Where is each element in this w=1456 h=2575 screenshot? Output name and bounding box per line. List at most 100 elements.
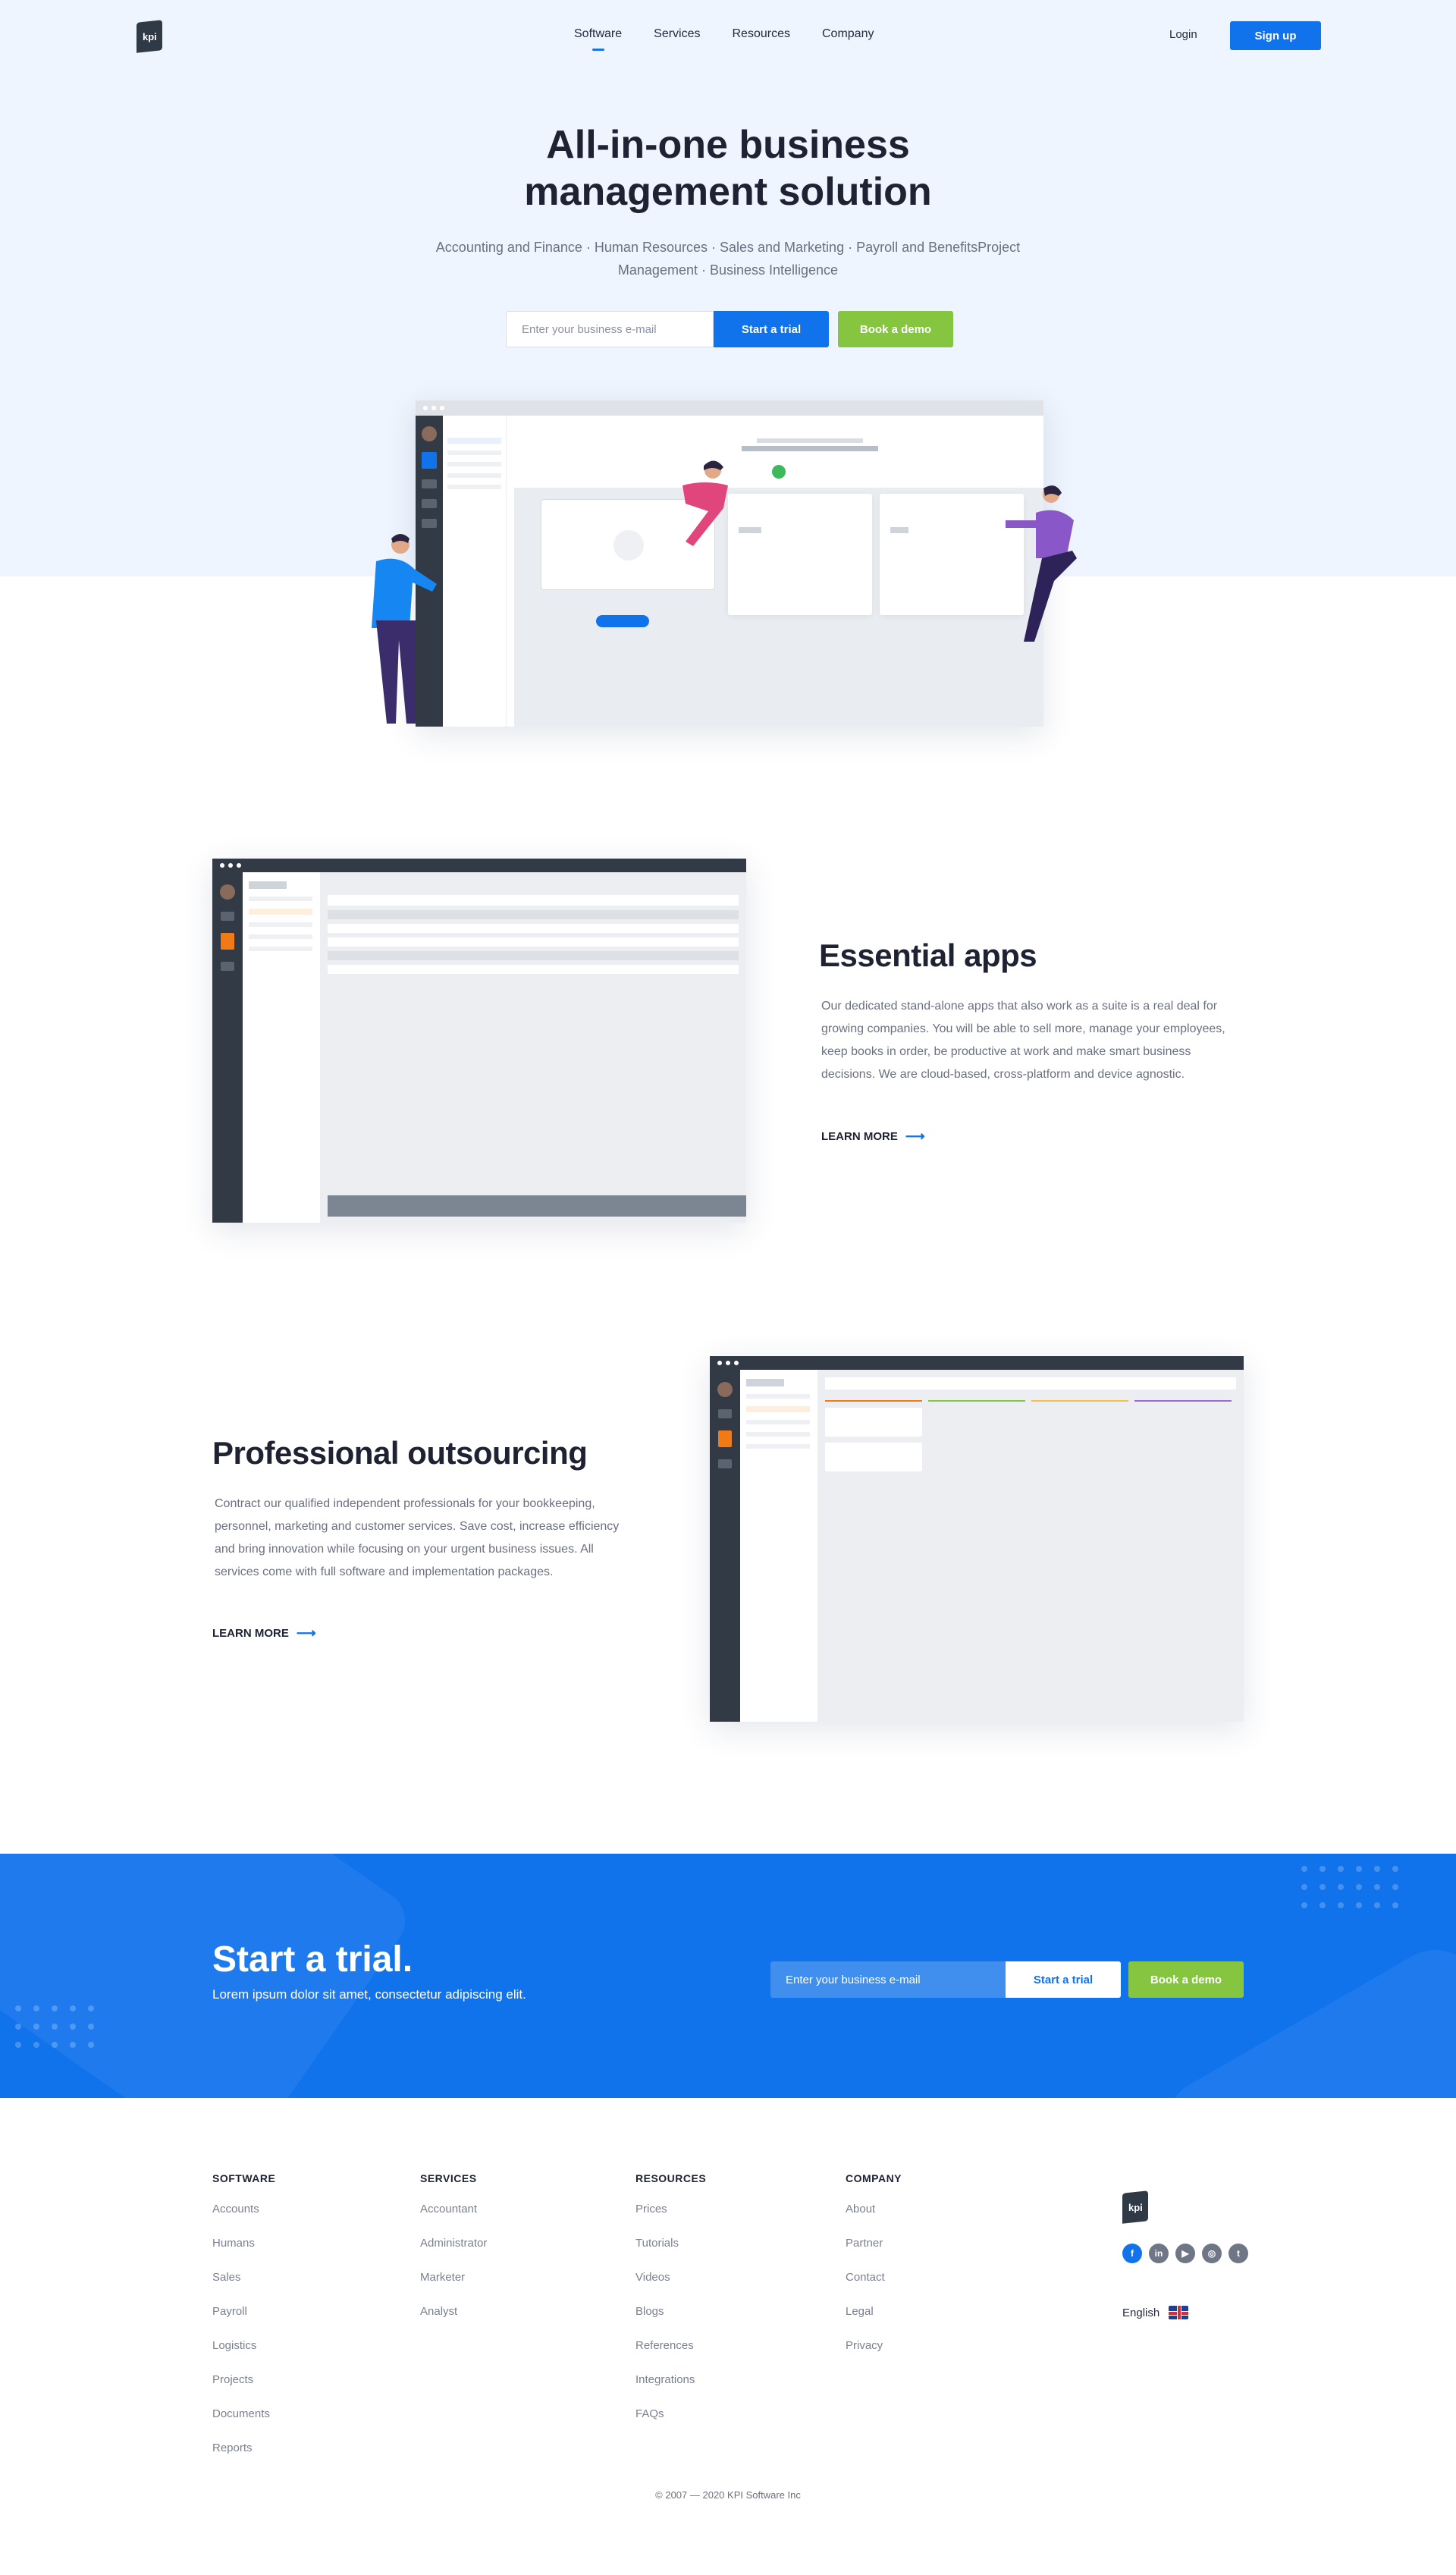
menu-resources[interactable]: Resources: [733, 27, 790, 41]
footer-heading: COMPANY: [846, 2172, 902, 2184]
footer-link-privacy[interactable]: Privacy: [846, 2339, 902, 2354]
essential-apps-text: Our dedicated stand-alone apps that also…: [821, 1000, 1225, 1081]
footer-kpi-logo[interactable]: kpi: [1122, 2190, 1148, 2224]
footer-link-videos[interactable]: Videos: [635, 2271, 706, 2285]
footer-link-documents[interactable]: Documents: [212, 2407, 275, 2422]
footer-link-contact[interactable]: Contact: [846, 2271, 902, 2285]
kanban-column: [825, 1400, 922, 1477]
outsourcing-learn-more-link[interactable]: LEARN MORE ⟶: [212, 1625, 316, 1641]
trial-title: Start a trial.: [212, 1939, 413, 1980]
footer-column-company: COMPANY About Partner Contact Legal Priv…: [846, 2172, 902, 2373]
woman-pink-illustration: [682, 460, 728, 546]
app-tip-text: [734, 438, 886, 451]
footer-link-projects[interactable]: Projects: [212, 2373, 275, 2388]
hero-email-input[interactable]: Enter your business e-mail: [506, 311, 714, 347]
hero-app-screenshot: [416, 400, 1043, 727]
timesheet-table: [320, 872, 746, 1223]
footer-link-faqs[interactable]: FAQs: [635, 2407, 706, 2422]
trial-signup-form: Enter your business e-mail Start a trial…: [770, 1961, 1244, 1998]
projects-subnav: [740, 1370, 816, 1722]
app-pill-button: [596, 615, 649, 627]
footer-link-blogs[interactable]: Blogs: [635, 2305, 706, 2319]
hero-subtitle: Accounting and Finance · Human Resources…: [435, 240, 1021, 278]
projects-subnav: [243, 872, 318, 1223]
language-selector[interactable]: English: [1122, 2306, 1189, 2319]
essential-apps-title: Essential apps: [819, 937, 1037, 973]
kanban-board: [817, 1370, 1244, 1722]
learn-more-label: LEARN MORE: [212, 1627, 289, 1640]
twitter-icon[interactable]: t: [1228, 2244, 1248, 2263]
tasks-board-screenshot: [710, 1356, 1244, 1722]
arrow-right-icon: ⟶: [296, 1625, 316, 1641]
window-titlebar: [710, 1356, 1244, 1370]
decorative-dots: [1301, 1866, 1398, 1908]
window-titlebar: [416, 400, 1043, 416]
footer-link-reports[interactable]: Reports: [212, 2442, 275, 2456]
footer-link-prices[interactable]: Prices: [635, 2203, 706, 2217]
window-titlebar: [212, 859, 746, 872]
footer-link-accountant[interactable]: Accountant: [420, 2203, 487, 2217]
footer-link-marketer[interactable]: Marketer: [420, 2271, 487, 2285]
facebook-icon[interactable]: f: [1122, 2244, 1142, 2263]
arrow-right-icon: ⟶: [905, 1129, 925, 1144]
footer-link-tutorials[interactable]: Tutorials: [635, 2237, 706, 2251]
footer-link-analyst[interactable]: Analyst: [420, 2305, 487, 2319]
play-icon: [613, 530, 644, 561]
top-navigation: kpi Software Services Resources Company …: [0, 0, 1456, 71]
outsourcing-title: Professional outsourcing: [212, 1435, 588, 1471]
menu-services[interactable]: Services: [654, 27, 700, 41]
copyright: © 2007 — 2020 KPI Software Inc: [655, 2489, 801, 2501]
hero-book-demo-button[interactable]: Book a demo: [838, 311, 953, 347]
learn-more-label: LEARN MORE: [821, 1130, 898, 1143]
uk-flag-icon: [1169, 2306, 1189, 2319]
man-illustration: [372, 534, 437, 724]
footer-link-references[interactable]: References: [635, 2339, 706, 2354]
hero-start-trial-button[interactable]: Start a trial: [714, 311, 829, 347]
instagram-icon[interactable]: ◎: [1202, 2244, 1222, 2263]
youtube-icon[interactable]: ▶: [1175, 2244, 1195, 2263]
app-main-area: [514, 488, 1043, 727]
kanban-column: [1031, 1400, 1128, 1402]
trial-email-input[interactable]: Enter your business e-mail: [770, 1961, 1006, 1998]
footer-link-sales[interactable]: Sales: [212, 2271, 275, 2285]
footer-heading: SOFTWARE: [212, 2172, 276, 2184]
trial-banner: Start a trial. Lorem ipsum dolor sit ame…: [0, 1854, 1456, 2098]
signup-button[interactable]: Sign up: [1230, 21, 1321, 50]
language-label: English: [1122, 2306, 1160, 2319]
kanban-column: [928, 1400, 1025, 1402]
trial-book-demo-button[interactable]: Book a demo: [1128, 1961, 1244, 1998]
footer-column-software: SOFTWARE Accounts Humans Sales Payroll L…: [212, 2172, 275, 2476]
footer-heading: RESOURCES: [635, 2172, 707, 2184]
hero-signup-form: Enter your business e-mail Start a trial…: [506, 311, 953, 347]
login-link[interactable]: Login: [1169, 28, 1197, 41]
social-links: f in ▶ ◎ t: [1122, 2244, 1248, 2263]
footer-link-accounts[interactable]: Accounts: [212, 2203, 275, 2217]
footer-link-partner[interactable]: Partner: [846, 2237, 902, 2251]
hero-title: All-in-one business management solution: [524, 123, 932, 214]
menu-company[interactable]: Company: [822, 27, 874, 41]
decorative-shape: [1149, 1933, 1456, 2098]
linkedin-icon[interactable]: in: [1149, 2244, 1169, 2263]
trial-subtitle: Lorem ipsum dolor sit amet, consectetur …: [212, 1987, 526, 2002]
footer-column-resources: RESOURCES Prices Tutorials Videos Blogs …: [635, 2172, 706, 2442]
footer-column-services: SERVICES Accountant Administrator Market…: [420, 2172, 487, 2339]
essential-learn-more-link[interactable]: LEARN MORE ⟶: [821, 1129, 925, 1145]
menu-software[interactable]: Software: [574, 27, 622, 41]
app-sidebar: [212, 872, 243, 1223]
footer-link-administrator[interactable]: Administrator: [420, 2237, 487, 2251]
trial-start-button[interactable]: Start a trial: [1006, 1961, 1121, 1998]
footer-heading: SERVICES: [420, 2172, 477, 2184]
woman-purple-illustration: [1006, 485, 1077, 642]
kpi-logo[interactable]: kpi: [136, 20, 162, 53]
footer-link-legal[interactable]: Legal: [846, 2305, 902, 2319]
timesheet-screenshot: [212, 859, 746, 1223]
footer-link-integrations[interactable]: Integrations: [635, 2373, 706, 2388]
main-menu: Software Services Resources Company: [574, 27, 874, 41]
kanban-column: [1134, 1400, 1232, 1402]
footer-link-payroll[interactable]: Payroll: [212, 2305, 275, 2319]
footer-link-logistics[interactable]: Logistics: [212, 2339, 275, 2354]
outsourcing-text: Contract our qualified independent profe…: [215, 1497, 620, 1578]
decorative-dots: [15, 2005, 94, 2048]
footer-link-about[interactable]: About: [846, 2203, 902, 2217]
footer-link-humans[interactable]: Humans: [212, 2237, 275, 2251]
